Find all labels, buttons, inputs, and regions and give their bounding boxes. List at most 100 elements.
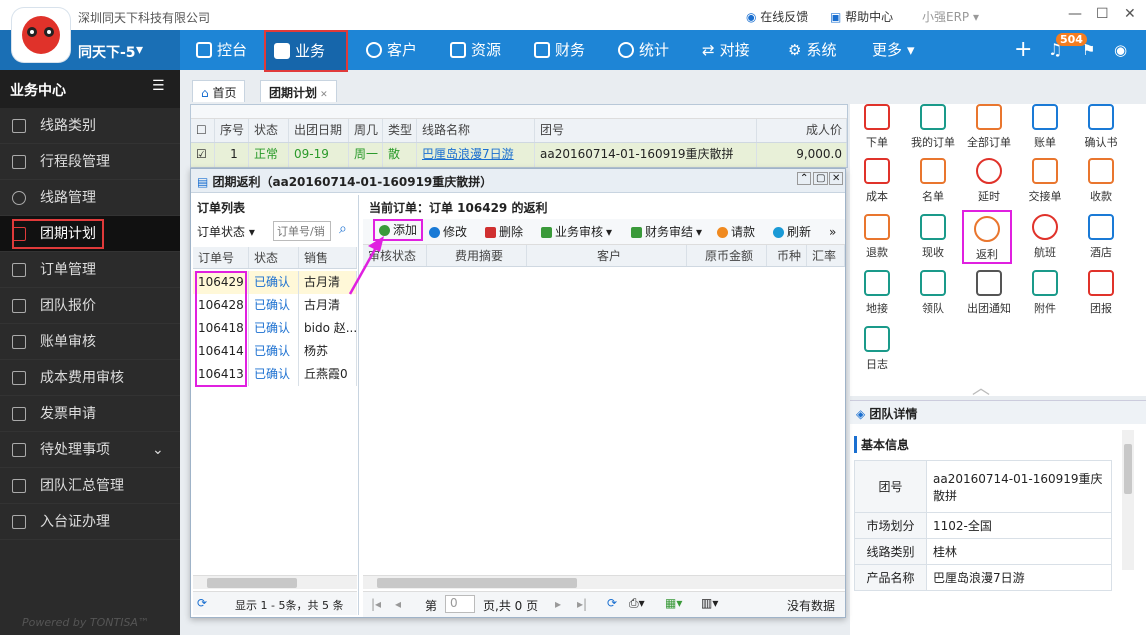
nav-more[interactable]: 更多 ▾: [872, 30, 915, 70]
gear-icon: ⚙: [788, 41, 802, 59]
order-search-input[interactable]: [273, 221, 331, 241]
sidebar-item-bill-review[interactable]: 账单审核: [0, 324, 180, 360]
delay-item[interactable]: 延时: [964, 158, 1014, 204]
orders-grid-header: 订单号 状态 销售: [193, 247, 357, 269]
eye-icon[interactable]: ◉: [1114, 30, 1127, 70]
log-item[interactable]: 日志: [852, 326, 902, 372]
detail-scrollbar[interactable]: [1122, 430, 1134, 570]
row-checkbox[interactable]: ☑: [191, 143, 215, 167]
sidebar-item-orders[interactable]: 订单管理: [0, 252, 180, 288]
nav-console[interactable]: 控台: [196, 30, 247, 70]
my-orders-item[interactable]: 我的订单: [908, 104, 958, 150]
excel-icon[interactable]: ▦▾: [665, 596, 682, 610]
sidebar-item-routes[interactable]: 线路管理: [0, 180, 180, 216]
sidebar-item-route-category[interactable]: 线路类别: [0, 108, 180, 144]
edit-button[interactable]: 修改: [429, 221, 467, 243]
all-orders-item[interactable]: 全部订单: [964, 104, 1014, 150]
add-icon[interactable]: +: [1014, 30, 1032, 70]
sidebar-item-summary[interactable]: 团队汇总管理: [0, 468, 180, 504]
feedback-link[interactable]: ◉ 在线反馈: [746, 8, 808, 25]
sidebar-item-schedule[interactable]: 团期计划: [0, 216, 180, 252]
table-row[interactable]: 106428 已确认 古月清: [193, 294, 357, 317]
close-dialog-icon[interactable]: ✕: [829, 172, 844, 185]
help-link[interactable]: ▣ 帮助中心: [830, 8, 893, 25]
select-all-checkbox[interactable]: ☐: [191, 119, 215, 142]
rebate-dialog: ▤ 团期返利（aa20160714-01-160919重庆散拼） ⌃ ▢ ✕ 订…: [190, 168, 846, 618]
table-row[interactable]: 106414 已确认 杨苏: [193, 340, 357, 363]
table-row[interactable]: 106429 已确认 古月清: [193, 271, 357, 294]
more-tools-icon[interactable]: »: [829, 221, 836, 243]
minimize-icon[interactable]: —: [1068, 6, 1082, 22]
quote-icon: [12, 299, 26, 313]
last-page-icon[interactable]: ▸|: [577, 597, 587, 611]
page-input[interactable]: 0: [445, 595, 475, 613]
refresh-icon[interactable]: ⟳: [607, 596, 617, 610]
collapse-up-icon[interactable]: ︿: [972, 374, 990, 400]
flight-item[interactable]: 航班: [1020, 214, 1070, 260]
summary-icon: [12, 479, 26, 493]
tab-home[interactable]: ⌂ 首页: [192, 80, 246, 102]
maximize-dialog-icon[interactable]: ▢: [813, 172, 829, 185]
guide-item[interactable]: 领队: [908, 270, 958, 316]
refresh-button[interactable]: 刷新: [773, 221, 811, 243]
receipt-item[interactable]: 收款: [1076, 158, 1126, 204]
nav-stats[interactable]: 统计: [618, 30, 669, 70]
group-report-item[interactable]: 团报: [1076, 270, 1126, 316]
confirmation-item[interactable]: 确认书: [1076, 104, 1126, 150]
close-tab-icon[interactable]: ✕: [317, 90, 328, 100]
payment-icon: [717, 226, 728, 238]
first-page-icon[interactable]: |◂: [371, 597, 381, 611]
sidebar-item-quote[interactable]: 团队报价: [0, 288, 180, 324]
sidebar-item-cost-review[interactable]: 成本费用审核: [0, 360, 180, 396]
orders-hscrollbar[interactable]: [193, 575, 357, 589]
print-icon[interactable]: ⎙▾: [629, 596, 645, 611]
nav-connect[interactable]: ⇄ 对接: [702, 30, 750, 70]
business-review-button[interactable]: 业务审核 ▾: [541, 221, 612, 243]
dialog-icon: ▤: [197, 175, 213, 189]
ground-item[interactable]: 地接: [852, 270, 902, 316]
sidebar-item-itinerary[interactable]: 行程段管理: [0, 144, 180, 180]
hotel-item[interactable]: 酒店: [1076, 214, 1126, 260]
plan-grid: ☐ 序号 状态 出团日期 周几 类型 线路名称 团号 成人价 ☑ 1 正常 09…: [190, 104, 848, 168]
request-payment-button[interactable]: 请款: [717, 221, 755, 243]
refund-item[interactable]: 退款: [852, 214, 902, 260]
finance-close-button[interactable]: 财务审结 ▾: [631, 221, 702, 243]
nav-finance[interactable]: 财务: [534, 30, 585, 70]
handover-item[interactable]: 交接单: [1020, 158, 1070, 204]
sidebar-item-invoice[interactable]: 发票申请: [0, 396, 180, 432]
sidebar-item-permit[interactable]: 入台证办理: [0, 504, 180, 540]
table-row[interactable]: 106413 已确认 丘燕霞0: [193, 363, 357, 386]
status-filter[interactable]: 订单状态 ▾: [197, 223, 255, 240]
close-window-icon[interactable]: ✕: [1124, 6, 1136, 22]
collapse-icon[interactable]: ☰: [152, 78, 165, 94]
flag-icon[interactable]: ⚑: [1082, 30, 1095, 70]
collapse-dialog-icon[interactable]: ⌃: [797, 172, 812, 185]
order-create-item[interactable]: 下单: [852, 104, 902, 150]
delete-button[interactable]: 删除: [485, 221, 523, 243]
namelist-item[interactable]: 名单: [908, 158, 958, 204]
nav-business[interactable]: 业务: [264, 30, 348, 72]
refresh-icon[interactable]: ⟳: [197, 596, 207, 610]
notice-item[interactable]: 出团通知: [964, 270, 1014, 316]
cash-item[interactable]: 现收: [908, 214, 958, 260]
columns-icon[interactable]: ▥▾: [701, 596, 718, 610]
rebate-hscrollbar[interactable]: [363, 575, 845, 589]
ant-logo-icon: [22, 16, 60, 54]
nav-system[interactable]: ⚙ 系统: [788, 30, 836, 70]
cost-item[interactable]: 成本: [852, 158, 902, 204]
cost-icon: [864, 158, 890, 184]
sidebar-item-pending[interactable]: 待处理事项 ⌄: [0, 432, 180, 468]
detail-icon: ◈: [856, 407, 870, 421]
erp-brand[interactable]: 小强ERP ▾: [922, 8, 979, 25]
next-page-icon[interactable]: ▸: [555, 597, 561, 611]
table-row[interactable]: 106418 已确认 bido 赵...: [193, 317, 357, 340]
maximize-icon[interactable]: ☐: [1096, 6, 1109, 22]
nav-resource[interactable]: 资源: [450, 30, 501, 70]
plan-row[interactable]: ☑ 1 正常 09-19 周一 散 巴厘岛浪漫7日游 aa20160714-01…: [191, 143, 847, 167]
attachment-item[interactable]: 附件: [1020, 270, 1070, 316]
nav-customer[interactable]: 客户: [366, 30, 417, 70]
bill-item[interactable]: 账单: [1020, 104, 1070, 150]
rebate-item[interactable]: 返利: [962, 210, 1012, 264]
tab-schedule[interactable]: 团期计划 ✕: [260, 80, 337, 102]
prev-page-icon[interactable]: ◂: [395, 597, 401, 611]
